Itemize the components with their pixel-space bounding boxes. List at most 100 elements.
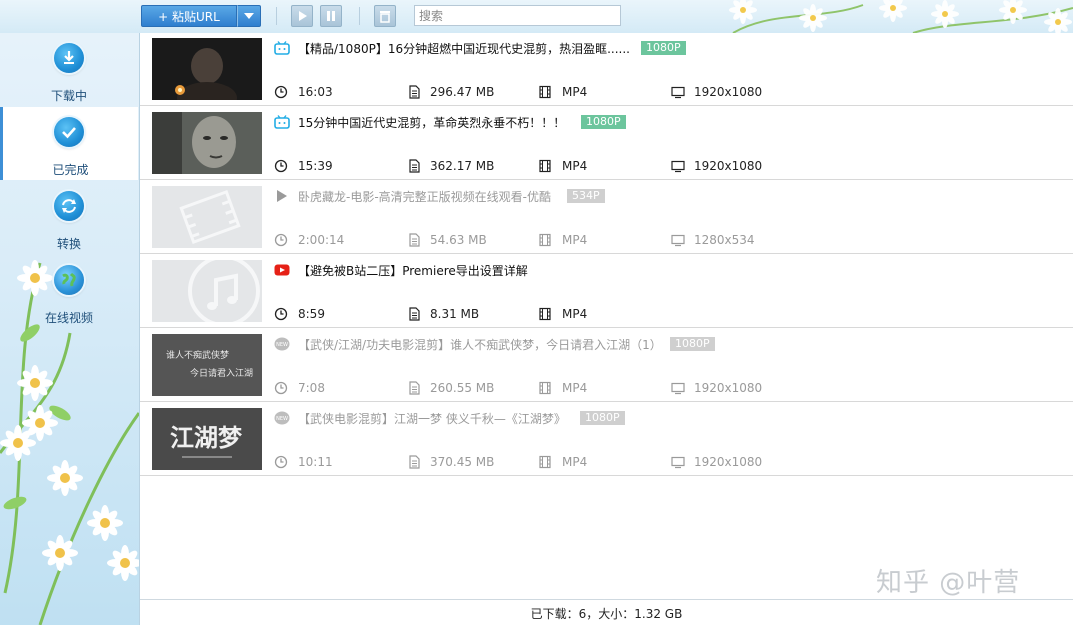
video-format: MP4: [562, 455, 588, 469]
file-icon: [409, 159, 420, 173]
clock-icon: [274, 85, 288, 99]
sidebar-item-label: 下载中: [50, 89, 87, 103]
watermark-text: 知乎 @叶营: [876, 568, 1021, 598]
start-button[interactable]: [291, 5, 313, 27]
sidebar-item-downloading[interactable]: 下载中: [0, 33, 138, 106]
chevron-down-icon: [244, 13, 254, 19]
youtube-icon: [274, 264, 290, 276]
video-thumbnail[interactable]: [152, 186, 262, 248]
film-icon: [539, 233, 551, 247]
video-duration: 7:08: [298, 381, 325, 395]
quality-badge: 1080P: [670, 337, 715, 351]
video-duration: 15:39: [298, 159, 333, 173]
video-title: 【武侠/江湖/功夫电影混剪】谁人不痴武侠梦，今日请君入江湖（1）: [298, 338, 662, 352]
status-text: 已下载：6，大小：1.32 GB: [530, 607, 683, 621]
monitor-icon: [671, 234, 685, 247]
bilibili-icon: [274, 115, 290, 129]
video-thumbnail[interactable]: 谁人不痴武侠梦 今日请君入江湖: [152, 334, 262, 396]
video-thumbnail[interactable]: [152, 260, 262, 322]
sidebar: 下载中 已完成 转换 在线视频: [0, 33, 140, 625]
convert-icon: [54, 191, 84, 221]
thumbnail-text: 今日请君入江湖: [190, 367, 253, 379]
video-thumbnail[interactable]: 江湖梦: [152, 408, 262, 470]
youku-icon: [277, 190, 287, 202]
list-item[interactable]: 15分钟中国近代史混剪，革命英烈永垂不朽！！！ 1080P 15:39 362.…: [140, 107, 1073, 180]
clock-icon: [274, 381, 288, 395]
bilibili-icon: [274, 41, 290, 55]
quality-badge: 534P: [567, 189, 605, 203]
monitor-icon: [671, 160, 685, 173]
file-icon: [409, 307, 420, 321]
list-item[interactable]: 谁人不痴武侠梦 今日请君入江湖 NEW 【武侠/江湖/功夫电影混剪】谁人不痴武侠…: [140, 329, 1073, 402]
video-list: 【精品/1080P】16分钟超燃中国近现代史混剪，热泪盈眶...... 1080…: [140, 33, 1073, 599]
sidebar-item-convert[interactable]: 转换: [0, 181, 138, 254]
status-bar: 已下载：6，大小：1.32 GB: [140, 599, 1073, 625]
video-format: MP4: [562, 233, 588, 247]
file-icon: [409, 381, 420, 395]
video-size: 8.31 MB: [430, 307, 480, 321]
search-input[interactable]: [414, 5, 621, 26]
video-size: 54.63 MB: [430, 233, 487, 247]
video-title: 【武侠电影混剪】江湖一梦 侠义千秋—《江湖梦》: [298, 412, 566, 426]
quality-badge: 1080P: [641, 41, 686, 55]
film-icon: [539, 85, 551, 99]
video-size: 260.55 MB: [430, 381, 495, 395]
delete-button[interactable]: [374, 5, 396, 27]
film-icon: [539, 159, 551, 173]
sidebar-item-completed[interactable]: 已完成: [0, 107, 138, 180]
monitor-icon: [671, 382, 685, 395]
toolbar-divider: [276, 7, 277, 25]
video-thumbnail[interactable]: [152, 112, 262, 174]
file-icon: [409, 455, 420, 469]
monitor-icon: [671, 456, 685, 469]
pause-icon: [327, 11, 335, 21]
paste-url-button[interactable]: + 粘贴URL: [141, 5, 237, 27]
thumbnail-text: 江湖梦: [170, 423, 243, 452]
sidebar-item-label: 已完成: [52, 163, 89, 177]
clock-icon: [274, 233, 288, 247]
new-icon: NEW: [274, 411, 290, 425]
play-icon: [299, 11, 307, 21]
video-duration: 8:59: [298, 307, 325, 321]
globe-icon: [54, 265, 84, 295]
sidebar-item-online-video[interactable]: 在线视频: [0, 255, 138, 328]
video-resolution: 1920x1080: [694, 85, 763, 99]
file-icon: [409, 85, 420, 99]
video-title: 卧虎藏龙-电影-高清完整正版视频在线观看-优酷: [298, 190, 551, 204]
svg-text:NEW: NEW: [276, 342, 288, 348]
video-format: MP4: [562, 381, 588, 395]
video-size: 296.47 MB: [430, 85, 495, 99]
video-resolution: 1920x1080: [694, 381, 763, 395]
video-title: 【避免被B站二压】Premiere导出设置详解: [298, 264, 528, 278]
new-icon: NEW: [274, 337, 290, 351]
video-thumbnail[interactable]: [152, 38, 262, 100]
monitor-icon: [671, 86, 685, 99]
list-item[interactable]: 【精品/1080P】16分钟超燃中国近现代史混剪，热泪盈眶...... 1080…: [140, 33, 1073, 106]
clock-icon: [274, 307, 288, 321]
video-resolution: 1920x1080: [694, 159, 763, 173]
video-duration: 16:03: [298, 85, 333, 99]
download-icon: [54, 43, 84, 73]
video-duration: 2:00:14: [298, 233, 345, 247]
file-icon: [409, 233, 420, 247]
video-title: 15分钟中国近代史混剪，革命英烈永垂不朽！！！: [298, 116, 566, 130]
quality-badge: 1080P: [580, 411, 625, 425]
video-duration: 10:11: [298, 455, 333, 469]
list-item[interactable]: 【避免被B站二压】Premiere导出设置详解 8:59 8.31 MB MP4: [140, 255, 1073, 328]
list-item[interactable]: 江湖梦 NEW 【武侠电影混剪】江湖一梦 侠义千秋—《江湖梦》 1080P 10…: [140, 403, 1073, 476]
video-format: MP4: [562, 85, 588, 99]
svg-text:NEW: NEW: [276, 416, 288, 422]
paste-url-dropdown-button[interactable]: [237, 5, 261, 27]
quality-badge: 1080P: [581, 115, 626, 129]
video-format: MP4: [562, 159, 588, 173]
film-icon: [539, 307, 551, 321]
film-icon: [539, 381, 551, 395]
list-item[interactable]: 卧虎藏龙-电影-高清完整正版视频在线观看-优酷 534P 2:00:14 54.…: [140, 181, 1073, 254]
video-format: MP4: [562, 307, 588, 321]
sidebar-item-label: 在线视频: [44, 311, 93, 325]
thumbnail-text: 谁人不痴武侠梦: [166, 349, 229, 361]
sidebar-item-label: 转换: [56, 237, 81, 251]
video-resolution: 1280x534: [694, 233, 755, 247]
video-resolution: 1920x1080: [694, 455, 763, 469]
pause-button[interactable]: [320, 5, 342, 27]
